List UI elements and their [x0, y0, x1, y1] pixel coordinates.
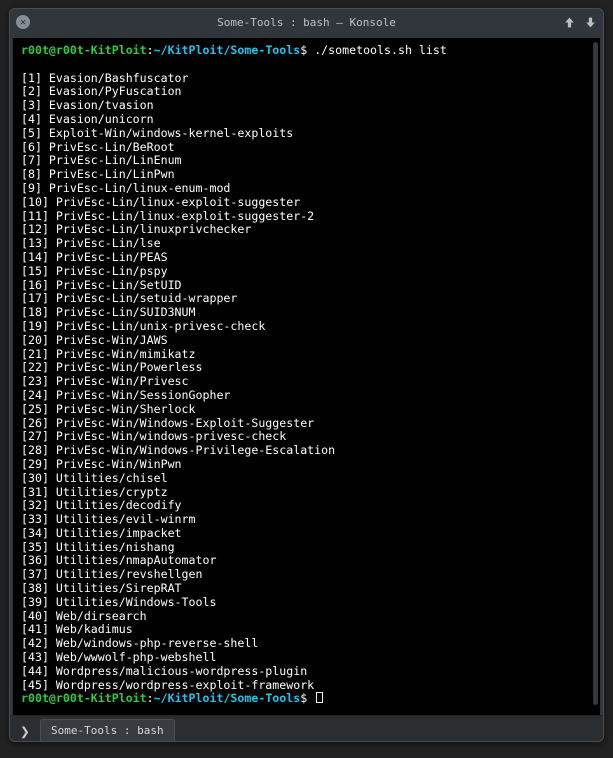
list-item: [41] Web/kadimus	[21, 622, 133, 636]
prompt-path: ~/KitPloit/Some-Tools	[154, 43, 301, 57]
list-item: [2] Evasion/PyFuscation	[21, 84, 182, 98]
prompt-host: r00t-KitPloit	[56, 43, 147, 57]
list-item: [35] Utilities/nishang	[21, 540, 175, 554]
tabbar: ❯ Some-Tools : bash	[10, 715, 603, 741]
list-item: [13] PrivEsc-Lin/lse	[21, 236, 161, 250]
prompt-command: ./sometools.sh list	[314, 43, 447, 57]
terminal-output: r00t@r00t-KitPloit:~/KitPloit/Some-Tools…	[13, 38, 600, 710]
list-item: [28] PrivEsc-Win/Windows-Privilege-Escal…	[21, 443, 335, 457]
list-item: [7] PrivEsc-Lin/LinEnum	[21, 153, 182, 167]
list-item: [32] Utilities/decodify	[21, 498, 182, 512]
list-item: [40] Web/dirsearch	[21, 609, 147, 623]
close-icon[interactable]: ✕	[16, 15, 30, 29]
terminal-viewport[interactable]: r00t@r00t-KitPloit:~/KitPloit/Some-Tools…	[13, 38, 600, 715]
list-item: [21] PrivEsc-Win/mimikatz	[21, 347, 196, 361]
list-item: [31] Utilities/cryptz	[21, 485, 168, 499]
list-item: [1] Evasion/Bashfuscator	[21, 71, 189, 85]
minimize-icon[interactable]	[584, 16, 597, 29]
list-item: [24] PrivEsc-Win/SessionGopher	[21, 388, 230, 402]
list-item: [30] Utilities/chisel	[21, 471, 168, 485]
list-item: [26] PrivEsc-Win/Windows-Exploit-Suggest…	[21, 416, 314, 430]
list-item: [4] Evasion/unicorn	[21, 112, 154, 126]
konsole-window: ✕ Some-Tools : bash — Konsole r00t@r00t-…	[9, 8, 604, 742]
list-item: [43] Web/wwwolf-php-webshell	[21, 650, 216, 664]
list-item: [23] PrivEsc-Win/Privesc	[21, 374, 189, 388]
list-item: [9] PrivEsc-Lin/linux-enum-mod	[21, 181, 230, 195]
list-item: [42] Web/windows-php-reverse-shell	[21, 636, 258, 650]
list-item: [11] PrivEsc-Lin/linux-exploit-suggester…	[21, 209, 314, 223]
list-item: [25] PrivEsc-Win/Sherlock	[21, 402, 196, 416]
cursor	[316, 692, 323, 703]
list-item: [17] PrivEsc-Lin/setuid-wrapper	[21, 291, 237, 305]
titlebar: ✕ Some-Tools : bash — Konsole	[10, 9, 603, 35]
list-item: [27] PrivEsc-Win/windows-privesc-check	[21, 429, 286, 443]
list-item: [45] Wordpress/wordpress-exploit-framewo…	[21, 678, 314, 692]
list-item: [10] PrivEsc-Lin/linux-exploit-suggester	[21, 195, 300, 209]
list-item: [22] PrivEsc-Win/Powerless	[21, 360, 202, 374]
list-item: [36] Utilities/nmapAutomator	[21, 553, 216, 567]
list-item: [44] Wordpress/malicious-wordpress-plugi…	[21, 664, 307, 678]
list-item: [16] PrivEsc-Lin/SetUID	[21, 278, 182, 292]
list-item: [12] PrivEsc-Lin/linuxprivchecker	[21, 222, 251, 236]
prompt-user: r00t	[21, 691, 49, 705]
list-item: [39] Utilities/Windows-Tools	[21, 595, 216, 609]
keep-above-icon[interactable]	[563, 16, 576, 29]
list-item: [8] PrivEsc-Lin/LinPwn	[21, 167, 175, 181]
list-item: [29] PrivEsc-Win/WinPwn	[21, 457, 182, 471]
prompt-host: r00t-KitPloit	[56, 691, 147, 705]
list-item: [15] PrivEsc-Lin/pspy	[21, 264, 168, 278]
list-item: [34] Utilities/impacket	[21, 526, 182, 540]
list-item: [20] PrivEsc-Win/JAWS	[21, 333, 168, 347]
scrollbar[interactable]	[593, 42, 598, 705]
list-item: [5] Exploit-Win/windows-kernel-exploits	[21, 126, 293, 140]
list-item: [37] Utilities/revshellgen	[21, 567, 202, 581]
list-item: [38] Utilities/SirepRAT	[21, 581, 182, 595]
prompt-path: ~/KitPloit/Some-Tools	[154, 691, 301, 705]
list-item: [19] PrivEsc-Lin/unix-privesc-check	[21, 319, 265, 333]
list-item: [6] PrivEsc-Lin/BeRoot	[21, 140, 175, 154]
list-item: [3] Evasion/tvasion	[21, 98, 154, 112]
window-title: Some-Tools : bash — Konsole	[10, 16, 603, 29]
list-item: [18] PrivEsc-Lin/SUID3NUM	[21, 305, 196, 319]
new-tab-button[interactable]: ❯	[14, 721, 36, 741]
list-item: [14] PrivEsc-Lin/PEAS	[21, 250, 168, 264]
prompt-user: r00t	[21, 43, 49, 57]
tab-some-tools[interactable]: Some-Tools : bash	[40, 719, 175, 741]
list-item: [33] Utilities/evil-winrm	[21, 512, 196, 526]
